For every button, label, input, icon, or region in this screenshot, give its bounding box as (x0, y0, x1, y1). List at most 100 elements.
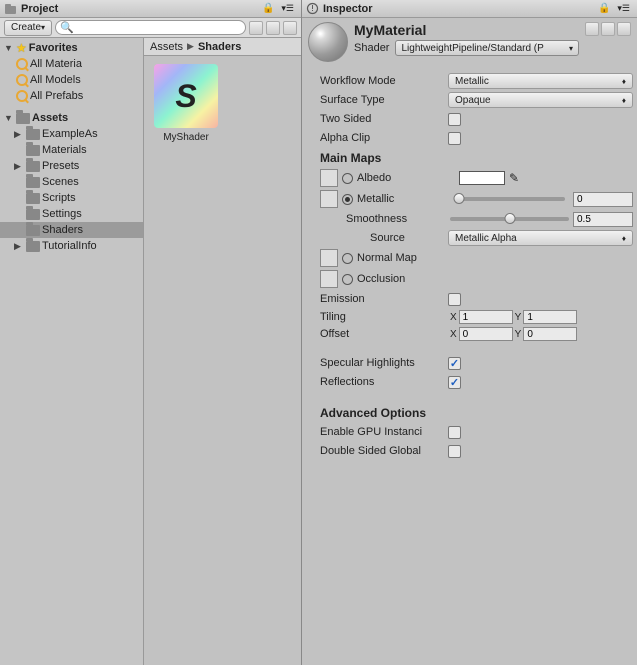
inspector-panel-header: Inspector 🔒 ▾☰ (302, 0, 637, 18)
project-icon (4, 2, 17, 15)
chevron-down-icon: ♦ (622, 77, 626, 86)
assets-row[interactable]: ▼Assets (0, 110, 143, 126)
normal-map-picker-icon[interactable] (342, 253, 353, 264)
breadcrumb-assets[interactable]: Assets (150, 41, 183, 53)
tiling-y-field[interactable] (523, 310, 577, 324)
double-sided-global-row: Double Sided Global (306, 442, 633, 460)
preset-button[interactable] (601, 22, 615, 36)
reflections-row: Reflections (306, 373, 633, 391)
disclosure-triangle-icon[interactable]: ▼ (4, 43, 14, 53)
eyedropper-icon[interactable]: ✎ (509, 171, 519, 185)
breadcrumb-shaders[interactable]: Shaders (198, 41, 241, 53)
gpu-instancing-checkbox[interactable] (448, 426, 461, 439)
project-title: Project (21, 3, 58, 15)
help-button[interactable] (585, 22, 599, 36)
filter-by-type-button[interactable] (249, 21, 263, 35)
filter-by-label-button[interactable] (266, 21, 280, 35)
two-sided-row: Two Sided (306, 110, 633, 128)
workflow-mode-dropdown[interactable]: Metallic♦ (448, 73, 633, 89)
folder-icon (16, 113, 30, 124)
fav-all-models[interactable]: All Models (0, 72, 143, 88)
inspector-title: Inspector (323, 3, 373, 15)
search-input[interactable] (74, 22, 241, 33)
shader-dropdown[interactable]: LightweightPipeline/Standard (P▾ (395, 40, 579, 56)
chevron-down-icon: ♦ (622, 234, 626, 243)
folder-icon (26, 145, 40, 156)
favorites-row[interactable]: ▼★Favorites (0, 40, 143, 56)
specular-highlights-row: Specular Highlights (306, 354, 633, 372)
folder-icon (26, 177, 40, 188)
offset-x-field[interactable] (459, 327, 513, 341)
folder-materials[interactable]: Materials (0, 142, 143, 158)
folder-icon (26, 193, 40, 204)
disclosure-triangle-icon[interactable]: ▶ (14, 161, 24, 172)
asset-myshader[interactable]: S MyShader (152, 64, 220, 143)
albedo-color-swatch[interactable] (459, 171, 505, 185)
lock-icon[interactable]: 🔒 (262, 3, 274, 14)
normal-map-row: Normal Map (306, 248, 633, 268)
smoothness-slider[interactable] (450, 217, 569, 221)
folder-icon (26, 241, 40, 252)
emission-row: Emission (306, 290, 633, 308)
folder-shaders[interactable]: Shaders (0, 222, 143, 238)
metallic-row: Metallic (306, 189, 633, 209)
panel-menu-icon[interactable]: ▾☰ (278, 3, 297, 14)
disclosure-triangle-icon[interactable]: ▶ (14, 241, 24, 252)
shader-field-label: Shader (354, 42, 389, 54)
create-button[interactable]: Create ▾ (4, 20, 52, 36)
metallic-picker-icon[interactable] (342, 194, 353, 205)
folder-scripts[interactable]: Scripts (0, 190, 143, 206)
settings-gear-icon[interactable] (617, 22, 631, 36)
normal-map-texture-slot[interactable] (320, 249, 338, 267)
save-search-button[interactable] (283, 21, 297, 35)
chevron-down-icon: ▾ (569, 44, 573, 53)
panel-menu-icon[interactable]: ▾☰ (614, 3, 633, 14)
project-panel-header: Project 🔒 ▾☰ (0, 0, 301, 18)
material-preview-sphere (308, 22, 348, 62)
occlusion-picker-icon[interactable] (342, 274, 353, 285)
offset-y-field[interactable] (523, 327, 577, 341)
metallic-value-field[interactable] (573, 192, 633, 207)
folder-icon (26, 161, 40, 172)
asset-grid: S MyShader (144, 56, 301, 665)
chevron-right-icon: ▶ (187, 41, 194, 52)
source-dropdown[interactable]: Metallic Alpha♦ (448, 230, 633, 246)
albedo-texture-slot[interactable] (320, 169, 338, 187)
folder-presets[interactable]: ▶Presets (0, 158, 143, 174)
folder-scenes[interactable]: Scenes (0, 174, 143, 190)
metallic-slider[interactable] (459, 197, 565, 201)
workflow-mode-row: Workflow Mode Metallic♦ (306, 72, 633, 90)
double-sided-global-checkbox[interactable] (448, 445, 461, 458)
metallic-texture-slot[interactable] (320, 190, 338, 208)
occlusion-texture-slot[interactable] (320, 270, 338, 288)
folder-tutorialinfo[interactable]: ▶TutorialInfo (0, 238, 143, 254)
disclosure-triangle-icon[interactable]: ▶ (14, 129, 24, 140)
search-filter-icon (16, 90, 28, 102)
reflections-checkbox[interactable] (448, 376, 461, 389)
tiling-x-field[interactable] (459, 310, 513, 324)
disclosure-triangle-icon[interactable]: ▼ (4, 113, 14, 123)
fav-all-materials[interactable]: All Materia (0, 56, 143, 72)
fav-all-prefabs[interactable]: All Prefabs (0, 88, 143, 104)
search-filter-icon (16, 74, 28, 86)
chevron-down-icon: ▾ (41, 23, 45, 32)
surface-type-dropdown[interactable]: Opaque♦ (448, 92, 633, 108)
specular-highlights-checkbox[interactable] (448, 357, 461, 370)
albedo-picker-icon[interactable] (342, 173, 353, 184)
smoothness-value-field[interactable] (573, 212, 633, 227)
folder-exampleassets[interactable]: ▶ExampleAs (0, 126, 143, 142)
lock-icon[interactable]: 🔒 (598, 3, 610, 14)
smoothness-row: Smoothness (306, 210, 633, 228)
alpha-clip-row: Alpha Clip (306, 129, 633, 147)
material-name: MyMaterial (354, 22, 579, 38)
search-box[interactable]: 🔍 (55, 20, 246, 35)
main-maps-header: Main Maps (306, 148, 633, 167)
folder-settings[interactable]: Settings (0, 206, 143, 222)
two-sided-checkbox[interactable] (448, 113, 461, 126)
offset-row: Offset X Y (306, 326, 633, 342)
folder-icon (26, 225, 40, 236)
alpha-clip-checkbox[interactable] (448, 132, 461, 145)
folder-icon (26, 209, 40, 220)
emission-checkbox[interactable] (448, 293, 461, 306)
asset-label: MyShader (163, 132, 209, 143)
